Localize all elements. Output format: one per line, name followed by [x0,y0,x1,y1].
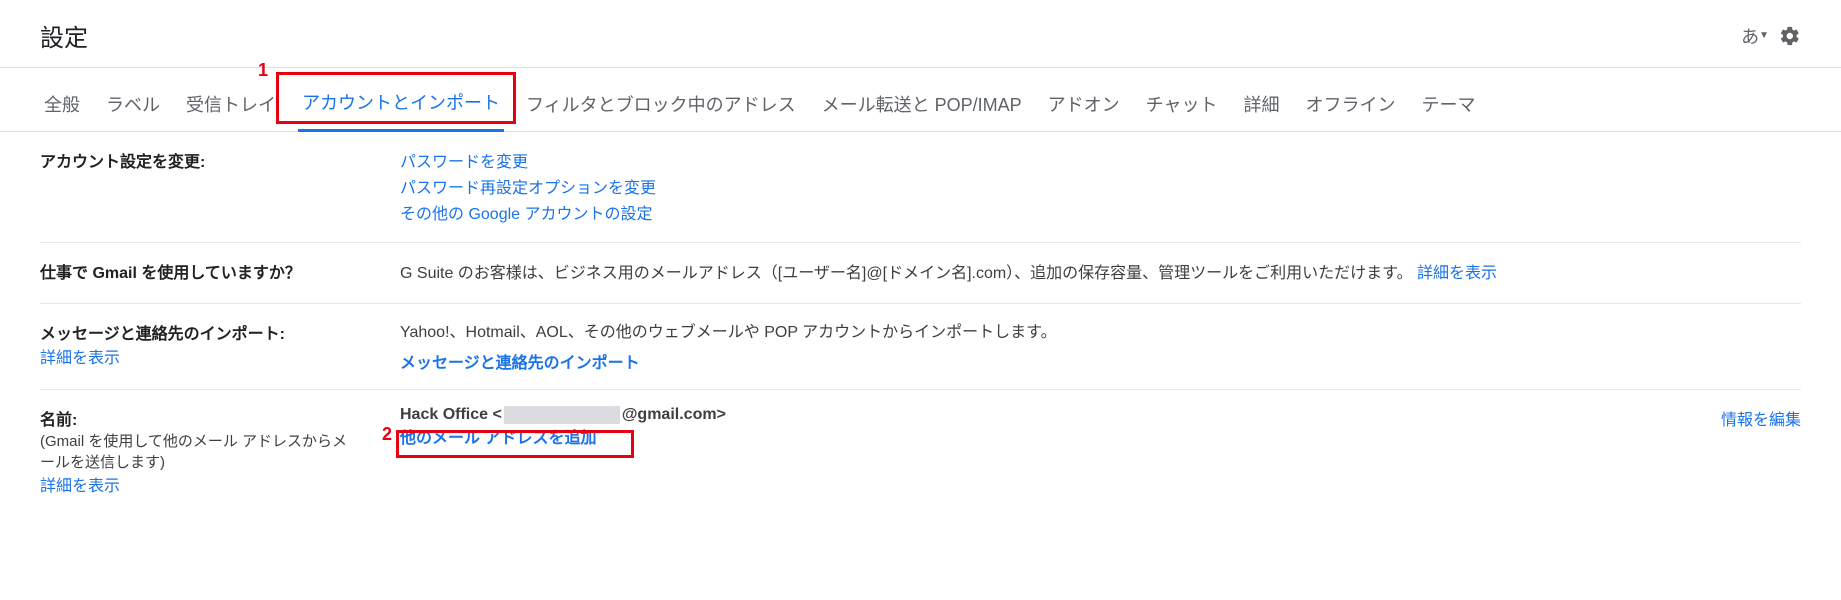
import-description: Yahoo!、Hotmail、AOL、その他のウェブメールや POP アカウント… [400,320,1621,346]
tab-10[interactable]: テーマ [1418,71,1480,131]
tab-6[interactable]: アドオン [1044,71,1124,131]
tab-7[interactable]: チャット [1142,71,1222,131]
ime-indicator[interactable]: あ ▼ [1737,21,1773,51]
tab-9[interactable]: オフライン [1302,71,1400,131]
import-action-link[interactable]: メッセージと連絡先のインポート [400,355,640,372]
ime-label: あ [1741,23,1759,49]
tab-8[interactable]: 詳細 [1240,71,1284,131]
add-another-address-link[interactable]: 他のメール アドレスを追加 [400,430,596,447]
tab-1[interactable]: ラベル [102,71,164,131]
tab-0[interactable]: 全般 [40,71,84,131]
sender-suffix: @gmail.com> [622,406,726,423]
tab-2[interactable]: 受信トレイ [182,71,280,131]
change-password-link[interactable]: パスワードを変更 [400,148,1621,172]
section-label-account-change: アカウント設定を変更: [40,154,205,171]
other-google-settings-link[interactable]: その他の Google アカウントの設定 [400,200,1621,224]
gear-icon[interactable] [1779,25,1801,47]
gsuite-description: G Suite のお客様は、ビジネス用のメールアドレス（[ユーザー名]@[ドメイ… [400,265,1413,282]
annotation-number-2: 2 [382,424,392,445]
page-title: 設定 [40,18,88,53]
section-label-name: 名前: [40,406,360,430]
edit-info-link[interactable]: 情報を編集 [1721,412,1801,429]
section-label-gsuite: 仕事で Gmail を使用していますか？ [40,265,301,282]
section-sub-name: (Gmail を使用して他のメール アドレスからメールを送信します) [40,430,360,472]
tab-3[interactable]: アカウントとインポート [298,69,504,132]
tab-5[interactable]: メール転送と POP/IMAP [818,71,1026,131]
change-recovery-options-link[interactable]: パスワード再設定オプションを変更 [400,174,1621,198]
settings-tabs: 全般ラベル受信トレイアカウントとインポートフィルタとブロック中のアドレスメール転… [0,68,1841,132]
redacted-area [504,406,620,424]
import-details-link[interactable]: 詳細を表示 [40,350,120,367]
name-details-link[interactable]: 詳細を表示 [40,478,120,495]
section-label-import: メッセージと連絡先のインポート: [40,320,360,344]
sender-address: Hack Office < @gmail.com> [400,406,1621,424]
gsuite-details-link[interactable]: 詳細を表示 [1417,265,1497,282]
chevron-down-icon: ▼ [1759,30,1769,41]
sender-prefix: Hack Office < [400,406,502,423]
tab-4[interactable]: フィルタとブロック中のアドレス [522,71,800,131]
